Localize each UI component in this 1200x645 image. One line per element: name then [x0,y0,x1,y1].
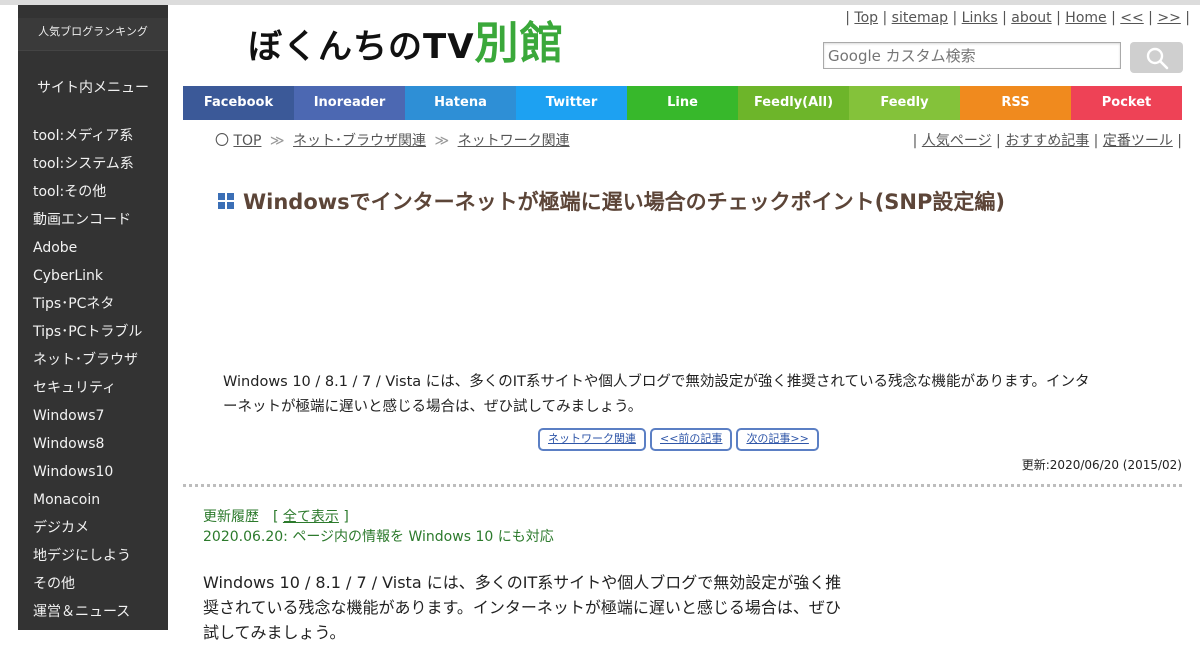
breadcrumb-marker-icon: 〇 [215,133,229,149]
update-history: 更新履歴 [ 全て表示 ] 2020.06.20: ページ内の情報を Windo… [203,507,554,547]
top-link-sitemap[interactable]: sitemap [892,10,948,26]
sub-navigation: | 人気ページ | おすすめ記事 | 定番ツール | [912,133,1182,149]
history-close: ] [343,509,349,525]
sidebar-item[interactable]: tool:システム系 [33,153,142,181]
updated-date: 更新:2020/06/20 (2015/02) [1021,458,1182,472]
article-body: Windows 10 / 8.1 / 7 / Vista には、多くのIT系サイ… [203,573,842,642]
breadcrumb-separator: ≫ [434,133,450,149]
sidebar-item[interactable]: Tips･PCトラブル [33,321,142,349]
top-link-about[interactable]: about [1011,10,1051,26]
sidebar-item[interactable]: CyberLink [33,265,142,293]
share-twitter[interactable]: Twitter [516,86,627,120]
next-article-button[interactable]: 次の記事>> [736,428,819,451]
breadcrumb-top[interactable]: TOP [233,133,261,149]
top-strip [0,0,1200,5]
sidebar-item[interactable]: 地デジにしよう [33,545,142,573]
search-input[interactable] [823,42,1121,69]
sidebar-item[interactable]: Tips･PCネタ [33,293,142,321]
share-inoreader[interactable]: Inoreader [294,86,405,120]
breadcrumb-separator: ≫ [269,133,285,149]
sidebar-menu: tool:メディア系 tool:システム系 tool:その他 動画エンコード A… [33,125,142,629]
top-link-links[interactable]: Links [962,10,998,26]
top-links: | Top | sitemap | Links | about | Home |… [845,10,1190,26]
grid-icon [218,193,234,209]
search-icon [1146,47,1168,69]
sidebar-item[interactable]: tool:その他 [33,181,142,209]
share-line[interactable]: Line [627,86,738,120]
social-share-bar: Facebook Inoreader Hatena Twitter Line F… [183,86,1182,120]
article-header: Windowsでインターネットが極端に遅い場合のチェックポイント(SNP設定編) [218,186,1005,216]
history-entry: 2020.06.20: ページ内の情報を Windows 10 にも対応 [203,529,554,545]
sidebar-item[interactable]: Windows7 [33,405,142,433]
history-show-all-link[interactable]: 全て表示 [283,509,339,525]
top-link-top[interactable]: Top [854,10,878,26]
share-facebook[interactable]: Facebook [183,86,294,120]
prev-article-button[interactable]: <<前の記事 [650,428,733,451]
breadcrumb-network[interactable]: ネットワーク関連 [458,133,570,149]
sidebar-item[interactable]: セキュリティ [33,377,142,405]
category-link-button[interactable]: ネットワーク関連 [538,428,646,451]
page-title: Windowsでインターネットが極端に遅い場合のチェックポイント(SNP設定編) [243,190,1005,214]
sidebar-item[interactable]: デジカメ [33,517,142,545]
top-link-next[interactable]: >> [1157,10,1180,26]
history-label: 更新履歴 [ [203,509,279,525]
dotted-divider [183,484,1182,487]
share-hatena[interactable]: Hatena [405,86,516,120]
share-pocket[interactable]: Pocket [1071,86,1182,120]
ranking-banner[interactable]: 人気ブログランキング [18,18,168,51]
sidebar-item[interactable]: ネット･ブラウザ [33,349,142,377]
sidebar-item[interactable]: 運営＆ニュース [33,601,142,629]
top-link-prev[interactable]: << [1120,10,1143,26]
sidebar-item[interactable]: Monacoin [33,489,142,517]
article-nav: ネットワーク関連 <<前の記事 次の記事>> [538,428,819,451]
logo-main: ぼくんちのTV [248,27,475,67]
search-button[interactable] [1130,42,1183,73]
logo-accent: 別館 [474,18,565,69]
sidebar-item[interactable]: tool:メディア系 [33,125,142,153]
sidebar-item[interactable]: その他 [33,573,142,601]
top-link-home[interactable]: Home [1065,10,1106,26]
sidebar-menu-title: サイト内メニュー [37,80,149,96]
share-feedly[interactable]: Feedly [849,86,960,120]
article-intro: Windows 10 / 8.1 / 7 / Vista には、多くのIT系サイ… [223,374,1090,415]
breadcrumb: 〇 TOP ≫ ネット･ブラウザ関連 ≫ ネットワーク関連 [215,130,570,150]
subnav-recommended[interactable]: おすすめ記事 [1005,133,1089,149]
share-rss[interactable]: RSS [960,86,1071,120]
sidebar-item[interactable]: Windows8 [33,433,142,461]
subnav-tools[interactable]: 定番ツール [1103,133,1173,149]
breadcrumb-net-browser[interactable]: ネット･ブラウザ関連 [293,133,426,149]
sidebar: 人気ブログランキング サイト内メニュー tool:メディア系 tool:システム… [18,5,168,630]
sidebar-item[interactable]: Windows10 [33,461,142,489]
site-logo[interactable]: ぼくんちのTV別館 [248,20,565,71]
subnav-popular[interactable]: 人気ページ [922,133,992,149]
share-feedly-all[interactable]: Feedly(All) [738,86,849,120]
sidebar-item[interactable]: Adobe [33,237,142,265]
sidebar-item[interactable]: 動画エンコード [33,209,142,237]
